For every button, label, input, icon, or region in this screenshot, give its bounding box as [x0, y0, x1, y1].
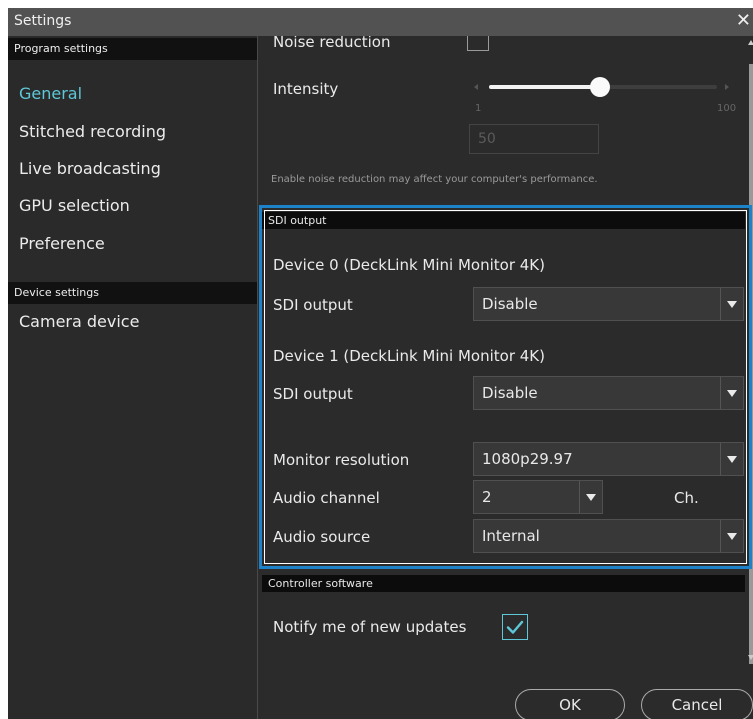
- notify-updates-label: Notify me of new updates: [273, 618, 467, 636]
- device-settings-header: Device settings: [8, 282, 257, 304]
- slider-min-label: 1: [475, 103, 482, 114]
- sidebar-item-general[interactable]: General: [19, 84, 82, 103]
- ok-button[interactable]: OK: [515, 689, 625, 719]
- monitor-resolution-value: 1080p29.97: [482, 450, 573, 468]
- chevron-down-icon[interactable]: [720, 520, 743, 552]
- notify-updates-checkbox[interactable]: [502, 614, 528, 640]
- noise-reduction-checkbox[interactable]: [467, 36, 489, 51]
- scroll-down-arrow-icon[interactable]: [748, 655, 753, 660]
- device1-title: Device 1 (DeckLink Mini Monitor 4K): [273, 347, 545, 365]
- sidebar-item-gpu-selection[interactable]: GPU selection: [19, 196, 130, 215]
- chevron-down-icon[interactable]: [720, 288, 743, 320]
- device1-sdi-output-value: Disable: [482, 384, 538, 402]
- intensity-value-input[interactable]: 50: [469, 124, 599, 154]
- chevron-down-icon[interactable]: [579, 481, 602, 513]
- slider-left-arrow-icon[interactable]: [474, 84, 478, 90]
- noise-reduction-label: Noise reduction: [273, 36, 391, 51]
- sidebar-item-preference[interactable]: Preference: [19, 234, 105, 253]
- noise-reduction-row: Noise reduction: [258, 36, 738, 56]
- sidebar-item-stitched-recording[interactable]: Stitched recording: [19, 122, 166, 141]
- cancel-button[interactable]: Cancel: [641, 689, 753, 719]
- slider-right-arrow-icon[interactable]: [725, 84, 729, 90]
- device0-title: Device 0 (DeckLink Mini Monitor 4K): [273, 256, 545, 274]
- audio-source-value: Internal: [482, 527, 540, 545]
- scroll-up-arrow-icon[interactable]: [748, 40, 753, 45]
- audio-channel-label: Audio channel: [273, 489, 380, 507]
- intensity-label: Intensity: [273, 80, 339, 98]
- noise-reduction-note: Enable noise reduction may affect your c…: [271, 174, 598, 185]
- audio-channel-select[interactable]: 2: [473, 480, 603, 514]
- device1-sdi-output-label: SDI output: [273, 385, 353, 403]
- audio-source-label: Audio source: [273, 528, 371, 546]
- close-icon[interactable]: ✕: [736, 10, 751, 31]
- sdi-output-header: SDI output: [262, 212, 749, 229]
- checkmark-icon: [506, 620, 524, 634]
- device0-sdi-output-select[interactable]: Disable: [473, 287, 744, 321]
- intensity-slider-track[interactable]: [597, 85, 717, 89]
- program-settings-header: Program settings: [8, 38, 257, 60]
- chevron-down-icon[interactable]: [720, 377, 743, 409]
- main-panel: Noise reduction Intensity 1 100 50 Enabl…: [258, 36, 753, 719]
- screenshot-frame: Settings ✕ Program settings General Stit…: [0, 0, 753, 719]
- audio-channel-value: 2: [482, 488, 492, 506]
- scrollbar-thumb[interactable]: [749, 64, 753, 664]
- chevron-down-icon[interactable]: [720, 443, 743, 475]
- audio-source-select[interactable]: Internal: [473, 519, 744, 553]
- sidebar: Program settings General Stitched record…: [8, 36, 257, 719]
- audio-channel-unit: Ch.: [674, 489, 699, 507]
- sidebar-item-live-broadcasting[interactable]: Live broadcasting: [19, 159, 161, 178]
- device0-sdi-output-label: SDI output: [273, 296, 353, 314]
- title-bar: Settings ✕: [8, 8, 753, 36]
- controller-software-header: Controller software: [262, 575, 749, 592]
- window-title: Settings: [14, 13, 72, 29]
- settings-window: Settings ✕ Program settings General Stit…: [8, 8, 753, 719]
- monitor-resolution-label: Monitor resolution: [273, 451, 410, 469]
- device0-sdi-output-value: Disable: [482, 295, 538, 313]
- device1-sdi-output-select[interactable]: Disable: [473, 376, 744, 410]
- monitor-resolution-select[interactable]: 1080p29.97: [473, 442, 744, 476]
- intensity-slider-knob[interactable]: [590, 77, 610, 97]
- slider-max-label: 100: [717, 103, 737, 114]
- intensity-slider-fill: [489, 85, 597, 89]
- sidebar-item-camera-device[interactable]: Camera device: [19, 312, 139, 331]
